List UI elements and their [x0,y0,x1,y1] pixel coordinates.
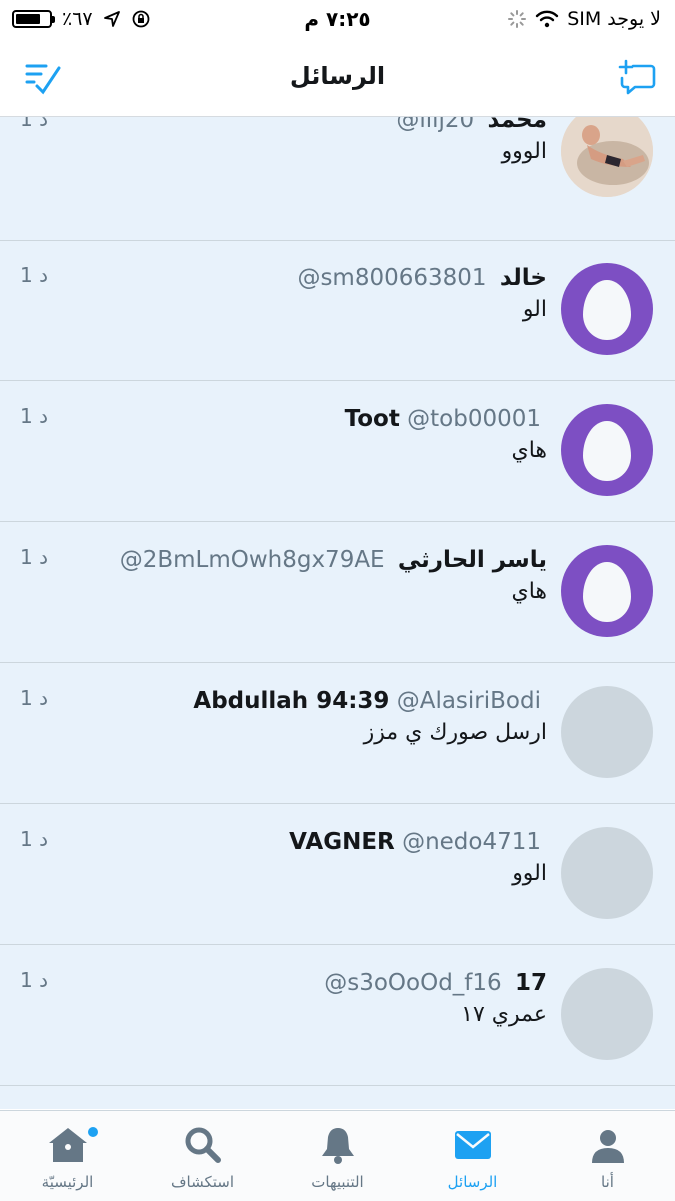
activity-spinner-icon [508,10,527,28]
conversation-header: خالد @sm800663801 [297,263,547,293]
conversation-row[interactable]: محمد @iiij20 الووو 1 د [0,117,675,241]
avatar[interactable] [561,827,653,919]
sender-handle: @s3oOoOd_f16 [324,970,502,996]
avatar[interactable] [561,968,653,1060]
envelope-icon [454,1131,491,1159]
tab-label: الرسائل [447,1173,498,1191]
avatar[interactable] [561,686,653,778]
timestamp: 1 د [20,968,48,992]
sender-handle: @sm800663801 [297,265,487,291]
conversation-header: Abdullah 94:39 @AlasiriBodi [193,686,547,716]
message-preview: عمري ١٧ [461,1002,547,1027]
person-icon [591,1130,624,1163]
tab-label: استكشاف [170,1173,235,1191]
tab-messages[interactable]: الرسائل [405,1111,540,1201]
avatar[interactable] [561,545,653,637]
avatar[interactable] [561,404,653,496]
message-preview: الو [522,297,547,322]
search-icon [185,1127,221,1163]
avatar[interactable] [561,117,653,197]
sender-handle: @nedo4711 [402,829,541,855]
sender-handle: @2BmLmOwh8gx79AE [119,547,385,573]
sender-handle: @AlasiriBodi [396,688,541,714]
timestamp: 1 د [20,117,48,131]
sender-name: خالد [499,265,547,291]
status-right: لا يوجد SIM [507,8,661,30]
tab-label: أنا [601,1173,614,1191]
conversation-row[interactable]: VAGNER @nedo4711 الوو 1 د [0,805,675,945]
timestamp: 1 د [20,686,48,710]
conversation-header: Toot @tob00001 [345,404,547,434]
sender-name: ياسر الحارثي [397,547,547,573]
conversation-row[interactable]: ياسر الحارثي @2BmLmOwh8gx79AE هاي 1 د [0,523,675,663]
conversation-list[interactable]: محمد @iiij20 الووو 1 د خالد @sm800663801… [0,117,675,1109]
bell-icon [321,1128,354,1164]
tab-label: الرئيسيّة [41,1173,94,1191]
avatar[interactable] [561,263,653,355]
timestamp: 1 د [20,263,48,287]
conversation-row[interactable]: Toot @tob00001 هاي 1 د [0,382,675,522]
tab-notifications[interactable]: التنبيهات [270,1111,405,1201]
message-preview: هاي [511,579,547,604]
timestamp: 1 د [20,827,48,851]
page-title: الرسائل [289,62,386,90]
message-preview: الووو [501,139,547,164]
profile-photo-image [561,117,653,197]
nav-bar: الرسائل [0,40,675,117]
message-preview: ارسل صورك ي مزز [363,720,547,745]
conversation-row-partial[interactable] [0,1087,675,1109]
sender-name: Toot [344,406,400,432]
conversation-header: VAGNER @nedo4711 [289,827,547,857]
status-bar: ٪٦٧ ٧:٢٥ م لا يوجد SIM [0,0,675,40]
new-message-icon[interactable] [617,58,657,98]
tab-label: التنبيهات [311,1173,364,1191]
tab-explore[interactable]: استكشاف [135,1111,270,1201]
sender-name: محمد [487,117,547,133]
conversation-header: ياسر الحارثي @2BmLmOwh8gx79AE [120,545,547,575]
message-preview: الوو [512,861,547,886]
sender-name: VAGNER [289,829,395,855]
tab-bar: أنا الرسائل التنبيهات استكشاف الرئيسيّة [0,1110,675,1201]
carrier-label: لا يوجد SIM [567,8,661,30]
sender-name: Abdullah 94:39 [193,688,390,714]
new-content-dot [88,1127,98,1137]
home-icon [48,1128,87,1162]
conversation-header: 17 @s3oOoOd_f16 [324,968,547,998]
sender-handle: @tob00001 [407,406,541,432]
message-preview: هاي [511,438,547,463]
conversation-header: محمد @iiij20 [396,117,547,135]
tab-home[interactable]: الرئيسيّة [0,1111,135,1201]
conversation-row[interactable]: Abdullah 94:39 @AlasiriBodi ارسل صورك ي … [0,664,675,804]
tab-me[interactable]: أنا [540,1111,675,1201]
sender-handle: @iiij20 [396,117,475,133]
conversation-row[interactable]: 17 @s3oOoOd_f16 عمري ١٧ 1 د [0,946,675,1086]
sender-name: 17 [514,970,547,996]
wifi-icon [535,10,559,28]
timestamp: 1 د [20,545,48,569]
timestamp: 1 د [20,404,48,428]
conversation-row[interactable]: خالد @sm800663801 الو 1 د [0,241,675,381]
